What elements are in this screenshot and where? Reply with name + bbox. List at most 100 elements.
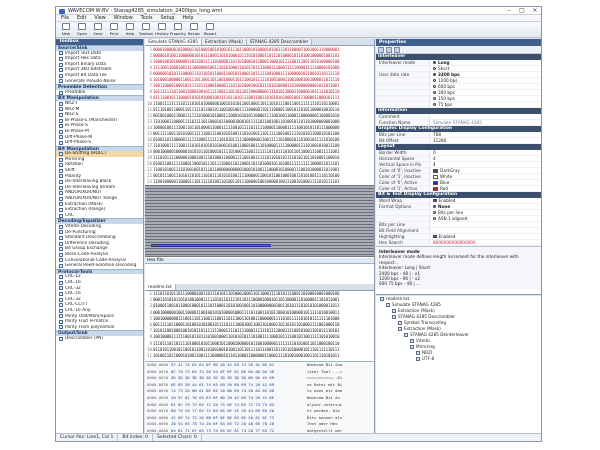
tree-node-utf-8[interactable]: UTF-8 bbox=[376, 356, 541, 362]
property-value[interactable]: Simulate STANAG 4285 bbox=[430, 120, 541, 125]
hex-dump-view[interactable]: 0000.0000 57 41 74 65 63 6F 6D 20 42 69 7… bbox=[145, 361, 374, 433]
property-value[interactable]: Blue bbox=[430, 180, 541, 185]
graphic-bit-display[interactable] bbox=[145, 185, 374, 257]
radio-icon[interactable] bbox=[433, 205, 436, 208]
toolbox-button[interactable]: Toolbox bbox=[139, 23, 153, 36]
property-value[interactable]: 600 bps bbox=[430, 84, 541, 89]
property-value[interactable]: 4 bbox=[430, 156, 541, 161]
hex-ascii: alyser untersuc bbox=[307, 401, 343, 407]
hex-dump-row: 0000.0010 6C 79 73 65 72 20 54 6F 6F 6C 0… bbox=[145, 369, 374, 376]
tab-extraction-mask[interactable]: Extraction (Mask) bbox=[202, 39, 247, 45]
checkbox-icon[interactable] bbox=[433, 198, 437, 203]
property-value[interactable]: 8000000000000000 bbox=[430, 240, 541, 245]
alphabetical-icon[interactable] bbox=[386, 47, 392, 53]
graphic-bit-line bbox=[145, 200, 374, 201]
history-button[interactable]: History bbox=[155, 23, 169, 36]
save-button[interactable]: Save bbox=[91, 23, 105, 36]
history-icon bbox=[158, 23, 166, 30]
property-value-label: 600 bps bbox=[438, 84, 455, 89]
radio-icon[interactable] bbox=[433, 61, 436, 64]
property-key: Format Options bbox=[376, 204, 430, 209]
menu-help[interactable]: Help bbox=[182, 15, 193, 21]
property-key: Function Name bbox=[376, 120, 430, 125]
property-value[interactable] bbox=[430, 222, 541, 227]
radio-icon[interactable] bbox=[433, 79, 436, 82]
property-value[interactable]: 768 bbox=[430, 132, 541, 137]
property-value[interactable]: 300 bps bbox=[430, 90, 541, 95]
property-value[interactable]: White bbox=[430, 174, 541, 179]
menu-view[interactable]: View bbox=[94, 15, 105, 21]
property-value[interactable]: Short bbox=[430, 66, 541, 71]
radio-icon[interactable] bbox=[433, 103, 436, 106]
categorized-icon[interactable] bbox=[378, 47, 384, 53]
hex-file-view[interactable] bbox=[145, 264, 374, 284]
property-value[interactable]: 4 bbox=[430, 162, 541, 167]
radio-icon[interactable] bbox=[433, 217, 436, 220]
property-pages-icon[interactable] bbox=[394, 47, 400, 53]
hex-dump-row: 0000.0090 20 54 65 78 74 20 6F 64 65 72 2… bbox=[145, 421, 374, 428]
property-value[interactable]: 1200 bps bbox=[430, 78, 541, 83]
help-button[interactable]: Help bbox=[123, 23, 137, 36]
color-swatch bbox=[433, 180, 438, 185]
checkbox-icon[interactable] bbox=[433, 234, 437, 239]
property-button[interactable]: Property bbox=[170, 23, 186, 36]
document-area: Simulate STANAG 4285 Extraction (Mask) STA… bbox=[145, 39, 375, 433]
toolbox-item-label: CRC bbox=[65, 212, 74, 218]
minimize-icon[interactable]: – bbox=[503, 7, 515, 15]
color-swatch bbox=[433, 174, 438, 179]
radio-icon[interactable] bbox=[433, 73, 436, 76]
radio-icon[interactable] bbox=[433, 91, 436, 94]
property-value[interactable]: Enabled bbox=[430, 198, 541, 203]
property-value[interactable]: None bbox=[430, 204, 541, 209]
radio-icon[interactable] bbox=[433, 85, 436, 88]
menu-tools[interactable]: Tools bbox=[141, 15, 153, 21]
readme-bit-view[interactable]: 1 111011010110111000010011011101011101000… bbox=[145, 291, 374, 361]
bit-view[interactable]: 1 000010000010100001101000100101001011101… bbox=[145, 47, 374, 185]
toolbox-item-label: Parity From polynomial bbox=[65, 324, 115, 330]
menu-edit[interactable]: Edit bbox=[77, 15, 86, 21]
open-button[interactable]: Open bbox=[75, 23, 89, 36]
property-value[interactable]: 11280 bbox=[430, 138, 541, 143]
property-value[interactable]: 150 bps bbox=[430, 96, 541, 101]
property-value[interactable]: 2400 bps bbox=[430, 72, 541, 77]
tool-icon bbox=[59, 174, 63, 179]
property-value[interactable]: Long bbox=[430, 60, 541, 65]
property-value[interactable]: ASN.1 aligned bbox=[430, 216, 541, 221]
new-button[interactable]: New bbox=[59, 23, 73, 36]
property-value[interactable] bbox=[430, 228, 541, 233]
menu-setup[interactable]: Setup bbox=[160, 15, 174, 21]
tab-simulate-stanag-4285[interactable]: Simulate STANAG 4285 bbox=[145, 39, 203, 45]
property-value[interactable]: 75 bps bbox=[430, 102, 541, 107]
print-label: Print bbox=[109, 31, 119, 36]
app-icon bbox=[59, 9, 65, 14]
property-value[interactable]: 0 bbox=[430, 150, 541, 155]
property-value[interactable] bbox=[430, 114, 541, 119]
report-button[interactable]: Report bbox=[203, 23, 217, 36]
hex-dump-row: 0000.0080 42 69 74 73 20 6B 6F 6E 6E 65 6… bbox=[145, 415, 374, 422]
hex-bytes: 6C 79 73 65 72 20 54 6F 6F 6C 0D 0A 0D 0… bbox=[171, 368, 275, 374]
tool-icon bbox=[59, 208, 63, 213]
radio-icon[interactable] bbox=[433, 67, 436, 70]
recalc-button[interactable]: Recalc bbox=[187, 23, 201, 36]
toolbox-item-general-reed-solomon-decoding[interactable]: General Reed-Solomon-Decoding bbox=[56, 263, 143, 269]
print-button[interactable]: Print bbox=[107, 23, 121, 36]
radio-icon[interactable] bbox=[433, 211, 436, 214]
property-value-label: Short bbox=[438, 66, 450, 71]
tool-icon bbox=[59, 319, 63, 324]
close-icon[interactable]: × bbox=[529, 7, 541, 15]
tab-readme[interactable]: readme.txt bbox=[145, 284, 176, 290]
property-value[interactable]: Red bbox=[430, 186, 541, 191]
toolbox-item-label: Preamble bbox=[65, 89, 86, 95]
tab-stanag-4285-descrambler[interactable]: STANAG 4285 Descrambler bbox=[246, 39, 313, 45]
radio-icon[interactable] bbox=[433, 97, 436, 100]
property-value[interactable]: DarkGray bbox=[430, 168, 541, 173]
toolbox-item-descrambler-pn[interactable]: Descrambler (PN) bbox=[56, 336, 143, 342]
property-value[interactable]: Bits per line bbox=[430, 210, 541, 215]
maximize-icon[interactable]: □ bbox=[516, 7, 528, 15]
property-icon bbox=[174, 23, 182, 30]
menu-window[interactable]: Window bbox=[114, 15, 133, 21]
hex-bytes: 57 41 74 65 63 6F 6D 20 42 69 74 20 41 6… bbox=[171, 362, 275, 367]
graphic-bit-line bbox=[145, 212, 374, 213]
property-value[interactable]: Enabled bbox=[430, 234, 541, 239]
menu-file[interactable]: File bbox=[61, 15, 69, 21]
